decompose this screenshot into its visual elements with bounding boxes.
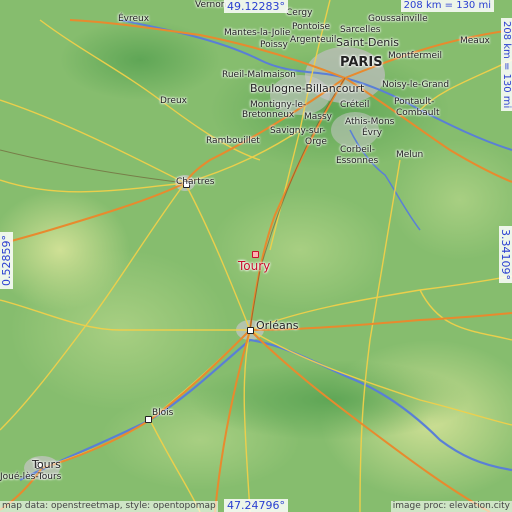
city-vernon: Vernon — [195, 0, 227, 10]
city-rueil: Rueil-Malmaison — [222, 70, 296, 80]
scale-label-right: 208 km = 130 mi — [501, 18, 512, 112]
city-chartres: Chartres — [176, 177, 215, 187]
city-essonnes: Essonnes — [336, 156, 379, 166]
city-goussainville: Goussainville — [368, 14, 428, 24]
city-blois: Blois — [152, 408, 174, 418]
left-longitude-label: 0.52859° — [0, 232, 13, 289]
blois-marker — [145, 416, 152, 423]
city-pontoise: Pontoise — [292, 22, 331, 32]
city-sarcelles: Sarcelles — [340, 25, 381, 35]
city-cergy: Cergy — [286, 8, 313, 18]
city-tours: Tours — [32, 458, 61, 471]
toury-marker — [252, 251, 259, 258]
city-montfermeil: Montfermeil — [388, 51, 443, 61]
scale-label-top: 208 km = 130 mi — [400, 0, 494, 12]
city-joue: Joué-lès-Tours — [0, 472, 62, 482]
city-evry: Évry — [362, 128, 383, 138]
city-athis: Athis-Mons — [345, 117, 395, 127]
city-toury: Toury — [238, 259, 271, 273]
attribution-image-proc: image proc: elevation.city — [390, 501, 512, 512]
city-rambouillet: Rambouillet — [206, 136, 260, 146]
city-argenteuil: Argenteuil — [290, 35, 337, 45]
city-noisy: Noisy-le-Grand — [382, 80, 450, 90]
city-orleans: Orléans — [256, 319, 299, 332]
right-longitude-label: 3.34109° — [499, 226, 512, 283]
city-meaux: Meaux — [460, 36, 490, 46]
city-massy: Massy — [304, 112, 332, 122]
city-dreux: Dreux — [160, 96, 187, 106]
city-pontault: Pontault- — [394, 97, 435, 107]
city-paris: PARIS — [340, 55, 383, 70]
top-latitude-label: 49.12283° — [224, 0, 288, 13]
city-saint-denis: Saint-Denis — [336, 36, 400, 49]
city-mantes: Mantes-la-Jolie — [224, 28, 291, 38]
city-poissy: Poissy — [260, 40, 288, 50]
city-evreux: Évreux — [118, 14, 150, 24]
city-combault: Combault — [396, 108, 440, 118]
city-orge: Orge — [305, 137, 327, 147]
attribution-map-data: map data: openstreetmap, style: opentopo… — [0, 501, 218, 512]
city-montigny: Montigny-le- — [250, 100, 307, 110]
map-viewport[interactable]: Vernon Évreux Cergy Pontoise Goussainvil… — [0, 0, 512, 512]
bottom-latitude-label: 47.24796° — [224, 499, 288, 512]
orleans-marker — [247, 327, 254, 334]
city-savigny: Savigny-sur- — [270, 126, 326, 136]
city-corbeil: Corbeil- — [340, 145, 375, 155]
city-boulogne: Boulogne-Billancourt — [250, 82, 365, 95]
city-melun: Melun — [396, 150, 424, 160]
city-creteil: Créteil — [340, 100, 370, 110]
city-bretonneux: Bretonneux — [242, 110, 295, 120]
